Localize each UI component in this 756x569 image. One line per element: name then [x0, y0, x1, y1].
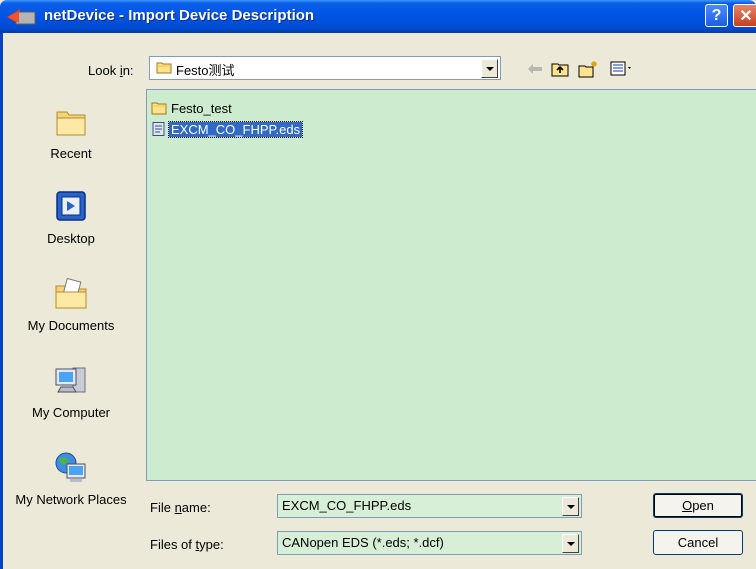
look-in-value: Festo测试 — [176, 63, 235, 78]
place-my-computer-label: My Computer — [31, 405, 111, 420]
place-my-documents-label: My Documents — [27, 318, 115, 333]
file-type-label-pre: Files of — [150, 537, 196, 552]
back-button[interactable] — [524, 59, 546, 79]
desktop-icon — [56, 191, 86, 221]
look-in-label-pre: Look — [88, 63, 120, 78]
close-button[interactable]: ✕ — [733, 4, 756, 27]
chevron-down-icon — [485, 66, 494, 71]
open-button[interactable]: Open — [653, 493, 743, 518]
look-in-dropdown-button[interactable] — [481, 59, 498, 78]
new-folder-button[interactable] — [577, 59, 599, 79]
place-my-network-places[interactable]: My Network Places — [3, 450, 139, 507]
look-in-label: Look in: — [88, 63, 134, 78]
cancel-button[interactable]: Cancel — [653, 530, 743, 555]
list-item-label: Festo_test — [171, 100, 232, 116]
file-name-label-post: ame: — [181, 500, 211, 515]
open-button-key: O — [682, 498, 693, 513]
place-desktop[interactable]: Desktop — [3, 189, 139, 246]
file-name-label-pre: File — [150, 500, 175, 515]
place-my-computer[interactable]: My Computer — [3, 363, 139, 420]
back-arrow-icon — [528, 64, 542, 74]
folder-icon — [151, 102, 167, 115]
recent-folder-icon — [56, 111, 86, 136]
window-title: netDevice - Import Device Description — [44, 7, 315, 24]
look-in-label-post: n: — [122, 63, 134, 78]
place-desktop-label: Desktop — [47, 231, 95, 246]
my-documents-icon — [55, 277, 87, 309]
up-folder-icon — [551, 63, 569, 77]
file-type-select[interactable]: CANopen EDS (*.eds; *.dcf) — [277, 531, 582, 555]
folder-icon — [156, 62, 172, 74]
file-name-label-key: n — [174, 500, 182, 515]
places-bar: Recent Desktop My Documents My Computer — [3, 84, 139, 569]
file-name-label: File name: — [150, 500, 211, 515]
eds-file-icon — [152, 122, 165, 136]
chevron-down-icon — [566, 504, 575, 509]
view-list-icon — [610, 61, 631, 76]
title-bar[interactable]: netDevice - Import Device Description ? … — [0, 0, 756, 33]
place-my-documents[interactable]: My Documents — [3, 276, 139, 333]
place-recent-label: Recent — [50, 146, 92, 161]
network-places-icon — [55, 452, 86, 482]
file-type-label-post: ype: — [199, 537, 224, 552]
file-type-dropdown-button[interactable] — [562, 534, 579, 553]
new-folder-icon — [578, 61, 597, 78]
my-computer-icon — [55, 367, 86, 393]
view-menu-button[interactable] — [608, 59, 636, 79]
place-recent[interactable]: Recent — [3, 104, 139, 161]
help-button[interactable]: ? — [705, 4, 728, 27]
look-in-combo[interactable]: Festo测试 — [149, 56, 501, 80]
file-name-value: EXCM_CO_FHPP.eds — [282, 498, 412, 513]
open-button-label: pen — [692, 498, 714, 513]
file-list[interactable]: Festo_test EXCM_CO_FHPP.eds — [146, 89, 756, 481]
app-icon — [7, 9, 36, 25]
file-name-dropdown-button[interactable] — [562, 497, 579, 516]
file-type-value: CANopen EDS (*.eds; *.dcf) — [282, 535, 444, 550]
list-item-folder[interactable]: Festo_test — [151, 99, 234, 117]
list-item-file[interactable]: EXCM_CO_FHPP.eds — [151, 120, 304, 138]
chevron-down-icon — [566, 541, 575, 546]
file-type-label: Files of type: — [150, 537, 224, 552]
up-one-level-button[interactable] — [549, 59, 571, 79]
list-item-label: EXCM_CO_FHPP.eds — [167, 120, 304, 138]
file-name-input[interactable]: EXCM_CO_FHPP.eds — [277, 494, 582, 518]
place-my-network-places-label: My Network Places — [15, 492, 127, 507]
